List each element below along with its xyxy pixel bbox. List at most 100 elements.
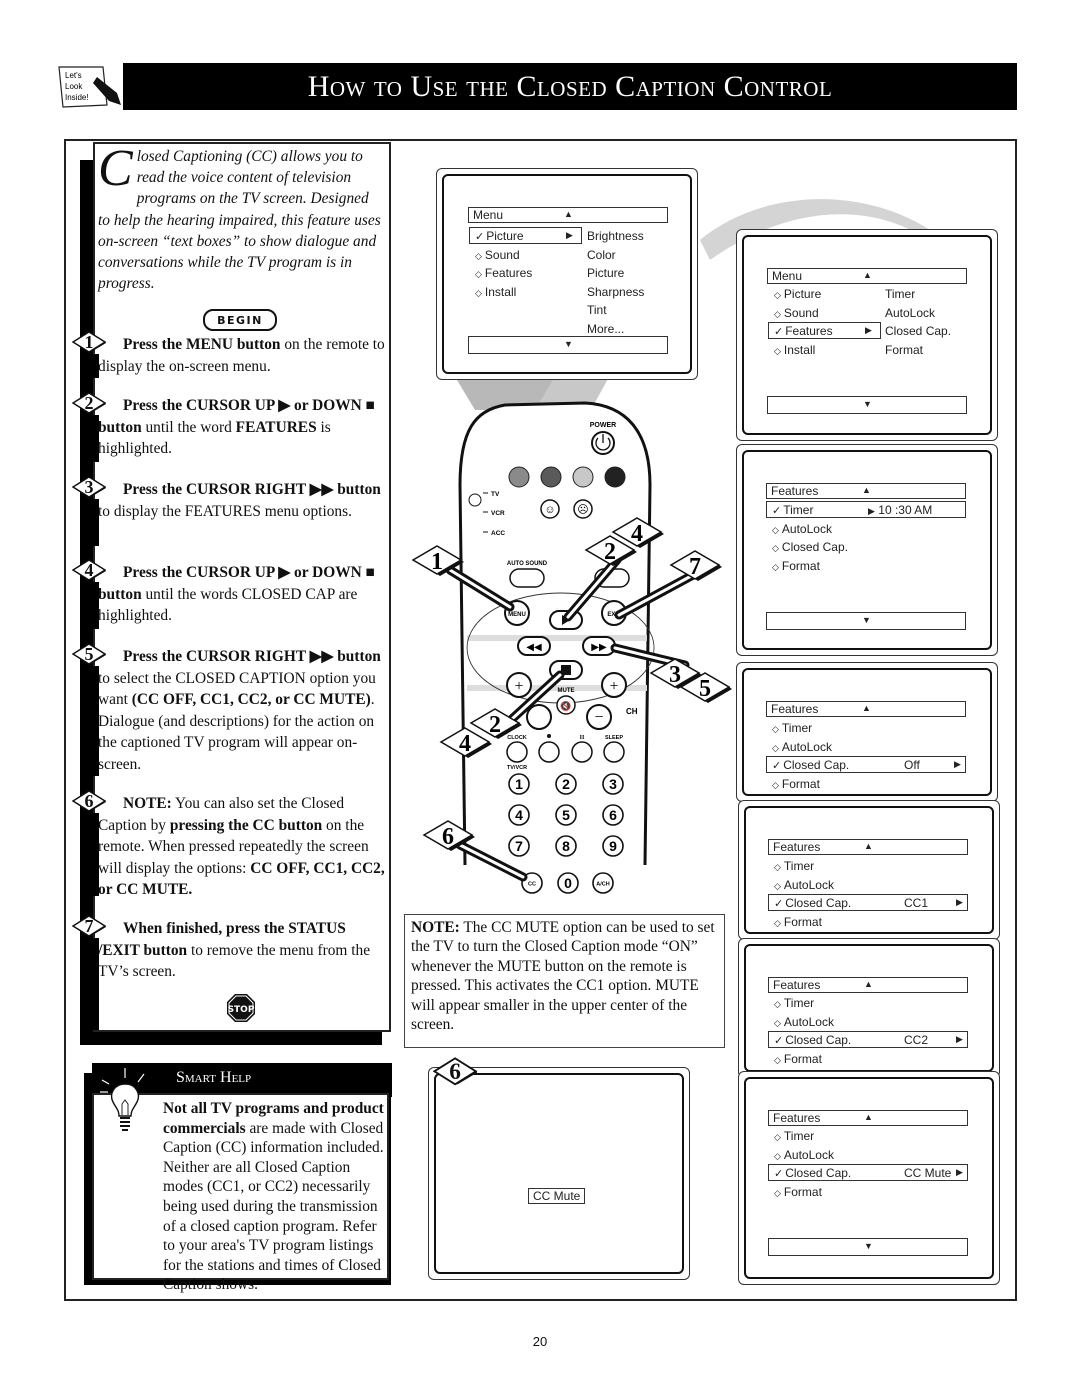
key-label: 1 xyxy=(515,776,523,792)
diamond-bullet-icon: ◇ xyxy=(772,742,779,753)
check-icon: ✓ xyxy=(774,1035,784,1047)
minus-icon: − xyxy=(594,709,603,726)
closed-caption-value: Off xyxy=(904,758,920,772)
check-icon: ✓ xyxy=(772,760,782,772)
osd-menu-item[interactable]: ◇ Format xyxy=(774,1052,822,1066)
menu-item-label: Format xyxy=(783,1184,822,1199)
color-button-2[interactable] xyxy=(540,466,562,488)
step-sidebar xyxy=(93,938,99,1030)
step-badge-2: 2 xyxy=(72,392,106,414)
record-button[interactable] xyxy=(538,741,560,763)
tv-vcr-label: TV/VCR xyxy=(507,765,527,771)
osd-menu-item[interactable]: ◇ Timer xyxy=(774,1129,814,1143)
osd-menu-item[interactable]: ◇ Format xyxy=(772,777,820,791)
up-arrow-icon: ▲ xyxy=(862,703,871,713)
sleep-button[interactable] xyxy=(603,741,625,763)
check-icon: ✓ xyxy=(774,326,784,338)
selected-value: ▶ 10 :30 AM xyxy=(868,503,932,517)
stop-label: STOP xyxy=(228,1005,255,1015)
step-number: 5 xyxy=(84,643,94,664)
smart-help-body: are made with Closed Caption (CC) inform… xyxy=(163,1119,384,1294)
svg-text:II: II xyxy=(580,735,585,741)
pause-button[interactable] xyxy=(571,741,593,763)
osd-menu-item[interactable]: ◇ Timer xyxy=(774,996,814,1010)
osd-menu-item[interactable]: ◇ AutoLock xyxy=(774,1148,834,1162)
note-text: NOTE: The CC MUTE option can be used to … xyxy=(411,918,721,1034)
key-7[interactable]: 7 xyxy=(508,835,530,857)
menu-item-label: Closed Cap. xyxy=(785,896,852,910)
volume-down-button[interactable] xyxy=(526,704,552,730)
osd-menu-item[interactable]: ◇ Timer xyxy=(772,721,812,735)
key-1[interactable]: 1 xyxy=(508,773,530,795)
step-number: 4 xyxy=(84,559,94,580)
menu-item-label: Format xyxy=(783,914,822,929)
auto-sound-button[interactable] xyxy=(509,568,545,588)
submenu-item: Format xyxy=(885,342,924,357)
step-badge-1: 1 xyxy=(72,331,106,353)
step-sidebar xyxy=(93,666,99,776)
key-6[interactable]: 6 xyxy=(602,804,624,826)
callout-number: 7 xyxy=(689,554,701,580)
osd-menu-item[interactable]: ◇ Closed Cap. xyxy=(772,540,848,554)
intro-paragraph: Closed Captioning (CC) allows you to rea… xyxy=(98,143,383,294)
osd-menu-item[interactable]: ◇ Format xyxy=(774,1185,822,1199)
osd-menu-item[interactable]: ◇ Format xyxy=(772,559,820,573)
osd-menu-item[interactable]: ◇ Install xyxy=(774,343,815,357)
osd-menu-item[interactable]: ✓ Closed Cap. xyxy=(774,1033,851,1047)
osd-menu-item[interactable]: ✓ Closed Cap. xyxy=(774,896,851,910)
osd-menu-item[interactable]: ✓ Closed Cap. xyxy=(772,758,849,772)
key-3[interactable]: 3 xyxy=(602,773,624,795)
up-arrow-icon: ▲ xyxy=(863,270,872,280)
down-arrow-icon: ▼ xyxy=(863,399,872,409)
key-label: 0 xyxy=(564,875,572,891)
osd-menu-item[interactable]: ◇ AutoLock xyxy=(774,1015,834,1029)
osd-menu-item[interactable]: ✓ Closed Cap. xyxy=(774,1166,851,1180)
key-4[interactable]: 4 xyxy=(508,804,530,826)
key-label: 5 xyxy=(562,807,570,823)
clock-button[interactable] xyxy=(506,741,528,763)
osd-menu-item[interactable]: ◇ Timer xyxy=(774,859,814,873)
closed-caption-value: CC Mute xyxy=(904,1166,952,1180)
up-arrow-icon: ▲ xyxy=(862,485,871,495)
instruction-step-3: Press the CURSOR RIGHT ▶▶ button to disp… xyxy=(98,479,386,522)
mute-speaker-icon: 🔇 xyxy=(560,700,571,711)
submenu-item: Closed Cap. xyxy=(885,324,952,338)
step-bold: FEATURES xyxy=(235,418,317,436)
step-number: 2 xyxy=(84,392,94,413)
begin-label: BEGIN xyxy=(203,309,277,331)
svg-text:Let's: Let's xyxy=(65,71,82,80)
osd-menu-item[interactable]: ◇ Picture xyxy=(774,287,821,301)
down-arrow-icon: ▼ xyxy=(862,615,871,625)
osd-title: Menu xyxy=(772,269,803,283)
color-button-3[interactable] xyxy=(572,466,594,488)
key-5[interactable]: 5 xyxy=(555,804,577,826)
key-label: 6 xyxy=(609,807,617,823)
key-a-ch[interactable]: A/CH xyxy=(592,872,614,894)
key-2[interactable]: 2 xyxy=(555,773,577,795)
osd-menu-item[interactable]: ✓ Timer xyxy=(772,503,813,517)
diamond-bullet-icon: ◇ xyxy=(774,1054,781,1065)
osd-menu-item[interactable]: ◇ AutoLock xyxy=(772,740,832,754)
menu-item-label: Timer xyxy=(783,503,814,517)
right-arrow-icon: ▶ xyxy=(956,1167,963,1177)
osd-menu-item[interactable]: ◇ Format xyxy=(774,915,822,929)
menu-item-label: Closed Cap. xyxy=(783,758,850,772)
osd-title: Features xyxy=(773,840,821,854)
osd-menu-item[interactable]: ✓ Features xyxy=(774,324,833,338)
key-9[interactable]: 9 xyxy=(602,835,624,857)
key-0[interactable]: 0 xyxy=(557,872,579,894)
color-button-1[interactable] xyxy=(508,466,530,488)
check-icon: ✓ xyxy=(772,505,782,517)
osd-menu-item[interactable]: ◇ AutoLock xyxy=(772,522,832,536)
key-8[interactable]: 8 xyxy=(555,835,577,857)
mode-label-vcr: VCR xyxy=(491,510,505,517)
instruction-step-7: When finished, press the STATUS /EXIT bu… xyxy=(98,918,386,983)
osd-menu-item[interactable]: ◇ AutoLock xyxy=(774,878,834,892)
plus-icon: + xyxy=(514,678,523,695)
menu-item-label: Install xyxy=(783,342,816,357)
mode-switch[interactable] xyxy=(468,493,482,507)
up-arrow-icon: ▲ xyxy=(864,1112,873,1122)
osd-menu-item[interactable]: ◇ Sound xyxy=(774,306,819,320)
step-sidebar xyxy=(93,354,99,378)
color-button-4[interactable] xyxy=(604,466,626,488)
